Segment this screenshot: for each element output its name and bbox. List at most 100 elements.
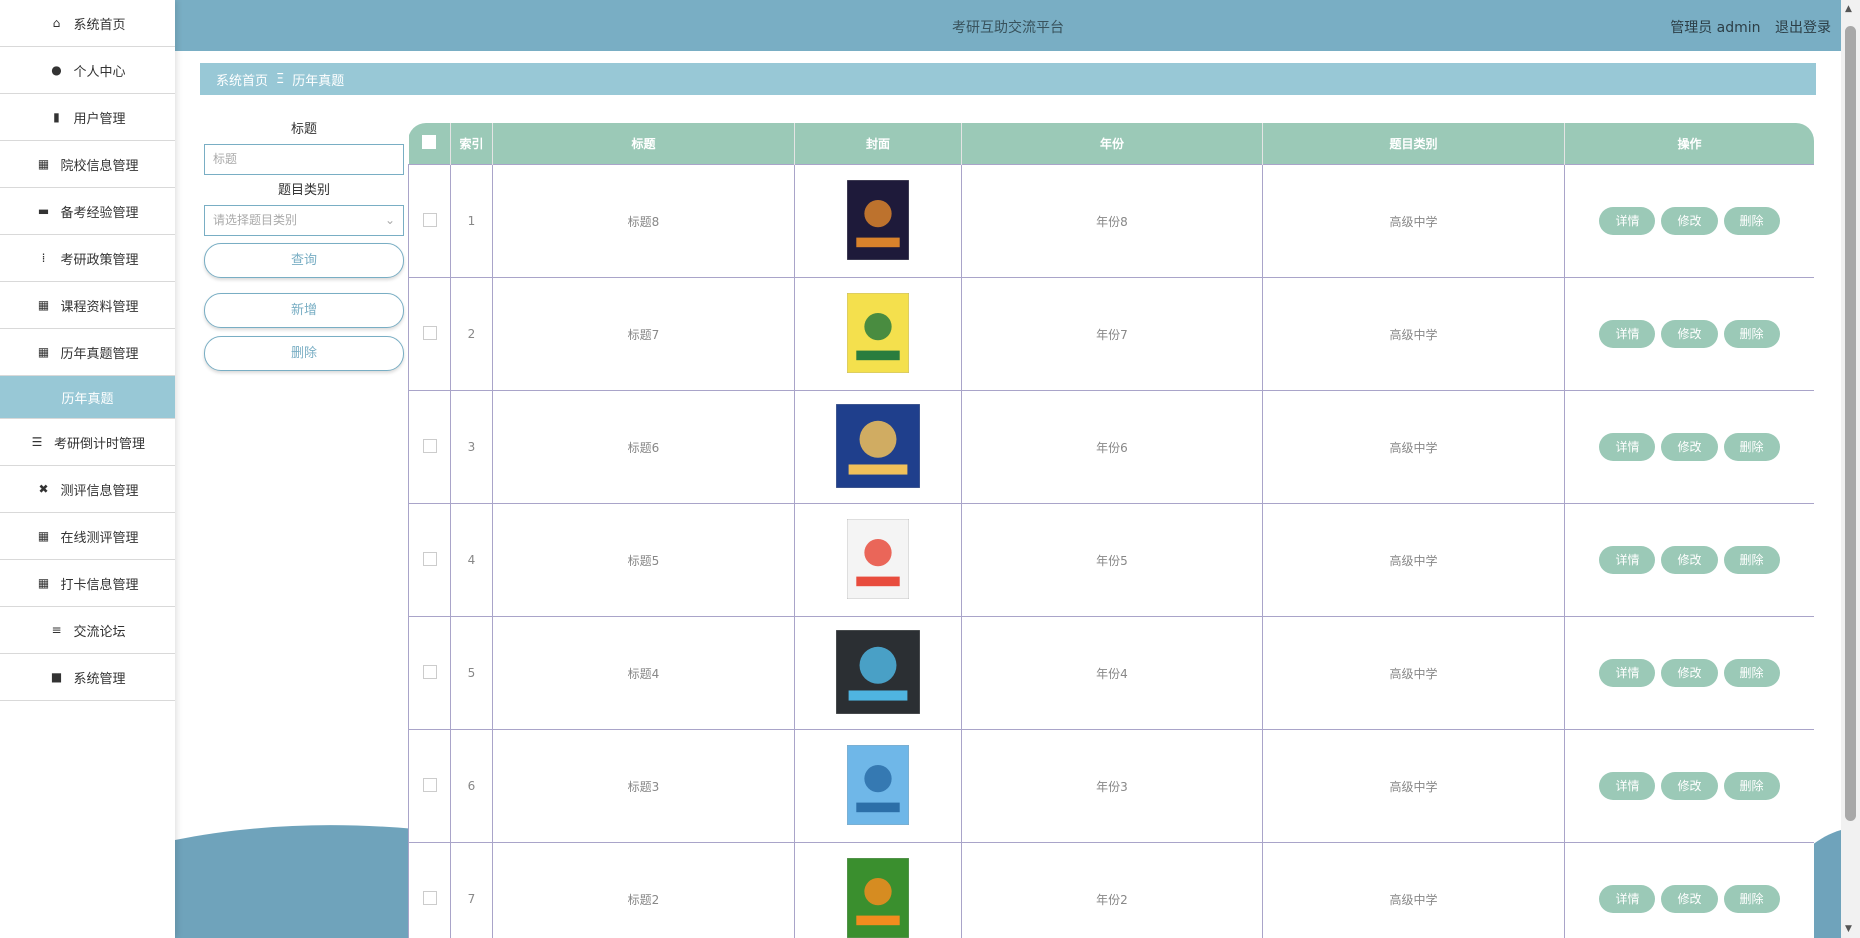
breadcrumb-current: 历年真题 xyxy=(292,73,345,89)
cell-title: 标题8 xyxy=(492,164,795,278)
scrollbar-thumb[interactable] xyxy=(1845,26,1856,821)
cell-index: 2 xyxy=(450,277,493,391)
grid-icon: ▦ xyxy=(37,529,50,543)
cell-year: 年份3 xyxy=(961,729,1263,843)
delete-button[interactable]: 删除 xyxy=(1723,659,1780,687)
edit-button[interactable]: 修改 xyxy=(1661,546,1718,574)
sidebar-item-system[interactable]: ■ 系统管理 xyxy=(0,654,175,701)
detail-button[interactable]: 详情 xyxy=(1599,659,1656,687)
row-checkbox[interactable] xyxy=(422,664,437,679)
sidebar-item-home[interactable]: ⌂ 系统首页 xyxy=(0,0,175,47)
row-select-cell xyxy=(408,503,451,617)
cell-cover xyxy=(794,277,962,391)
logout-link[interactable]: 退出登录 xyxy=(1775,20,1831,36)
table-row: 1 标题8 年份8 高级中学 详情 修改 删除 xyxy=(408,164,1814,278)
sidebar-item-personal[interactable]: ● 个人中心 xyxy=(0,47,175,94)
delete-selected-button[interactable]: 删除 xyxy=(204,336,404,371)
cell-cover xyxy=(794,842,962,938)
add-button[interactable]: 新增 xyxy=(204,293,404,328)
sidebar-item-users[interactable]: ▮ 用户管理 xyxy=(0,94,175,141)
cover-image xyxy=(835,629,921,717)
sidebar-item-countdown[interactable]: ☰ 考研倒计时管理 xyxy=(0,419,175,466)
cell-category: 高级中学 xyxy=(1262,277,1565,391)
book-cover-svg xyxy=(846,292,910,373)
sidebar-item-past-exams-manage[interactable]: ▦ 历年真题管理 xyxy=(0,329,175,376)
cell-cover xyxy=(794,503,962,617)
row-checkbox[interactable] xyxy=(422,551,437,566)
breadcrumb-home[interactable]: 系统首页 xyxy=(216,70,268,89)
category-select[interactable]: 请选择题目类别 ⌄ xyxy=(204,205,404,236)
delete-button[interactable]: 删除 xyxy=(1723,320,1780,348)
cell-title: 标题2 xyxy=(492,842,795,938)
detail-button[interactable]: 详情 xyxy=(1599,433,1656,461)
col-header-category: 题目类别 xyxy=(1262,123,1565,165)
book-cover-svg xyxy=(835,403,921,488)
grid-icon: ▦ xyxy=(37,576,50,590)
edit-button[interactable]: 修改 xyxy=(1661,207,1718,235)
col-header-cover: 封面 xyxy=(794,123,962,165)
sidebar-item-evaluation-info[interactable]: ✖ 测评信息管理 xyxy=(0,466,175,513)
query-button[interactable]: 查询 xyxy=(204,243,404,278)
table-header-row: 索引 标题 封面 年份 题目类别 操作 xyxy=(408,123,1814,165)
sidebar-item-courses[interactable]: ▦ 课程资料管理 xyxy=(0,282,175,329)
delete-button[interactable]: 删除 xyxy=(1723,885,1780,913)
detail-button[interactable]: 详情 xyxy=(1599,885,1656,913)
row-checkbox[interactable] xyxy=(422,438,437,453)
sidebar-item-checkin[interactable]: ▦ 打卡信息管理 xyxy=(0,560,175,607)
scroll-up-icon[interactable]: ▲ xyxy=(1845,4,1852,14)
apps-icon: ⁞ xyxy=(41,251,46,265)
row-checkbox[interactable] xyxy=(422,212,437,227)
list-icon: ☰ xyxy=(31,435,43,449)
app-title: 考研互助交流平台 xyxy=(952,20,1064,36)
page-scrollbar[interactable]: ▲ ▼ xyxy=(1841,0,1860,938)
cell-title: 标题5 xyxy=(492,503,795,617)
cell-actions: 详情 修改 删除 xyxy=(1564,277,1814,391)
sidebar-item-schools[interactable]: ▦ 院校信息管理 xyxy=(0,141,175,188)
cell-index: 6 xyxy=(450,729,493,843)
home-icon: ⌂ xyxy=(52,16,61,30)
chevron-down-icon: ⌄ xyxy=(384,213,395,227)
scroll-down-icon[interactable]: ▼ xyxy=(1845,924,1852,934)
cell-title: 标题4 xyxy=(492,616,795,730)
monitor-icon: ▬ xyxy=(37,204,50,218)
book-cover-svg xyxy=(835,629,921,714)
user-icon: ● xyxy=(51,63,62,77)
delete-button[interactable]: 删除 xyxy=(1723,546,1780,574)
row-checkbox[interactable] xyxy=(422,777,437,792)
sidebar-item-experience[interactable]: ▬ 备考经验管理 xyxy=(0,188,175,235)
title-input[interactable]: 标题 xyxy=(204,144,404,175)
book-cover-svg xyxy=(846,179,910,260)
category-label: 题目类别 xyxy=(277,183,330,198)
row-checkbox[interactable] xyxy=(422,325,437,340)
select-all-checkbox[interactable] xyxy=(422,135,437,149)
cell-actions: 详情 修改 删除 xyxy=(1564,842,1814,938)
table-row: 5 标题4 年份4 高级中学 详情 修改 删除 xyxy=(408,616,1814,730)
cell-actions: 详情 修改 删除 xyxy=(1564,390,1814,504)
edit-button[interactable]: 修改 xyxy=(1661,659,1718,687)
detail-button[interactable]: 详情 xyxy=(1599,207,1656,235)
delete-button[interactable]: 删除 xyxy=(1723,772,1780,800)
cell-category: 高级中学 xyxy=(1262,164,1565,278)
sidebar: ⌂ 系统首页 ● 个人中心 ▮ 用户管理 ▦ 院校信息管理 ▬ 备考经验管理 ⁞ 考研政策管… xyxy=(0,0,175,938)
cover-image xyxy=(846,518,910,602)
cell-cover xyxy=(794,390,962,504)
detail-button[interactable]: 详情 xyxy=(1599,772,1656,800)
top-header: 考研互助交流平台 管理员 admin 退出登录 xyxy=(175,0,1841,51)
row-checkbox[interactable] xyxy=(422,890,437,905)
sidebar-item-forum[interactable]: ≡ 交流论坛 xyxy=(0,607,175,654)
edit-button[interactable]: 修改 xyxy=(1661,320,1718,348)
cover-image xyxy=(846,292,910,376)
sidebar-item-online-test[interactable]: ▦ 在线测评管理 xyxy=(0,513,175,560)
cell-category: 高级中学 xyxy=(1262,616,1565,730)
detail-button[interactable]: 详情 xyxy=(1599,320,1656,348)
detail-button[interactable]: 详情 xyxy=(1599,546,1656,574)
sidebar-item-past-exams[interactable]: 历年真题 xyxy=(0,376,175,419)
delete-button[interactable]: 删除 xyxy=(1723,433,1780,461)
row-select-cell xyxy=(408,729,451,843)
cell-cover xyxy=(794,164,962,278)
sidebar-item-policy[interactable]: ⁞ 考研政策管理 xyxy=(0,235,175,282)
edit-button[interactable]: 修改 xyxy=(1661,885,1718,913)
edit-button[interactable]: 修改 xyxy=(1661,772,1718,800)
delete-button[interactable]: 删除 xyxy=(1723,207,1780,235)
edit-button[interactable]: 修改 xyxy=(1661,433,1718,461)
